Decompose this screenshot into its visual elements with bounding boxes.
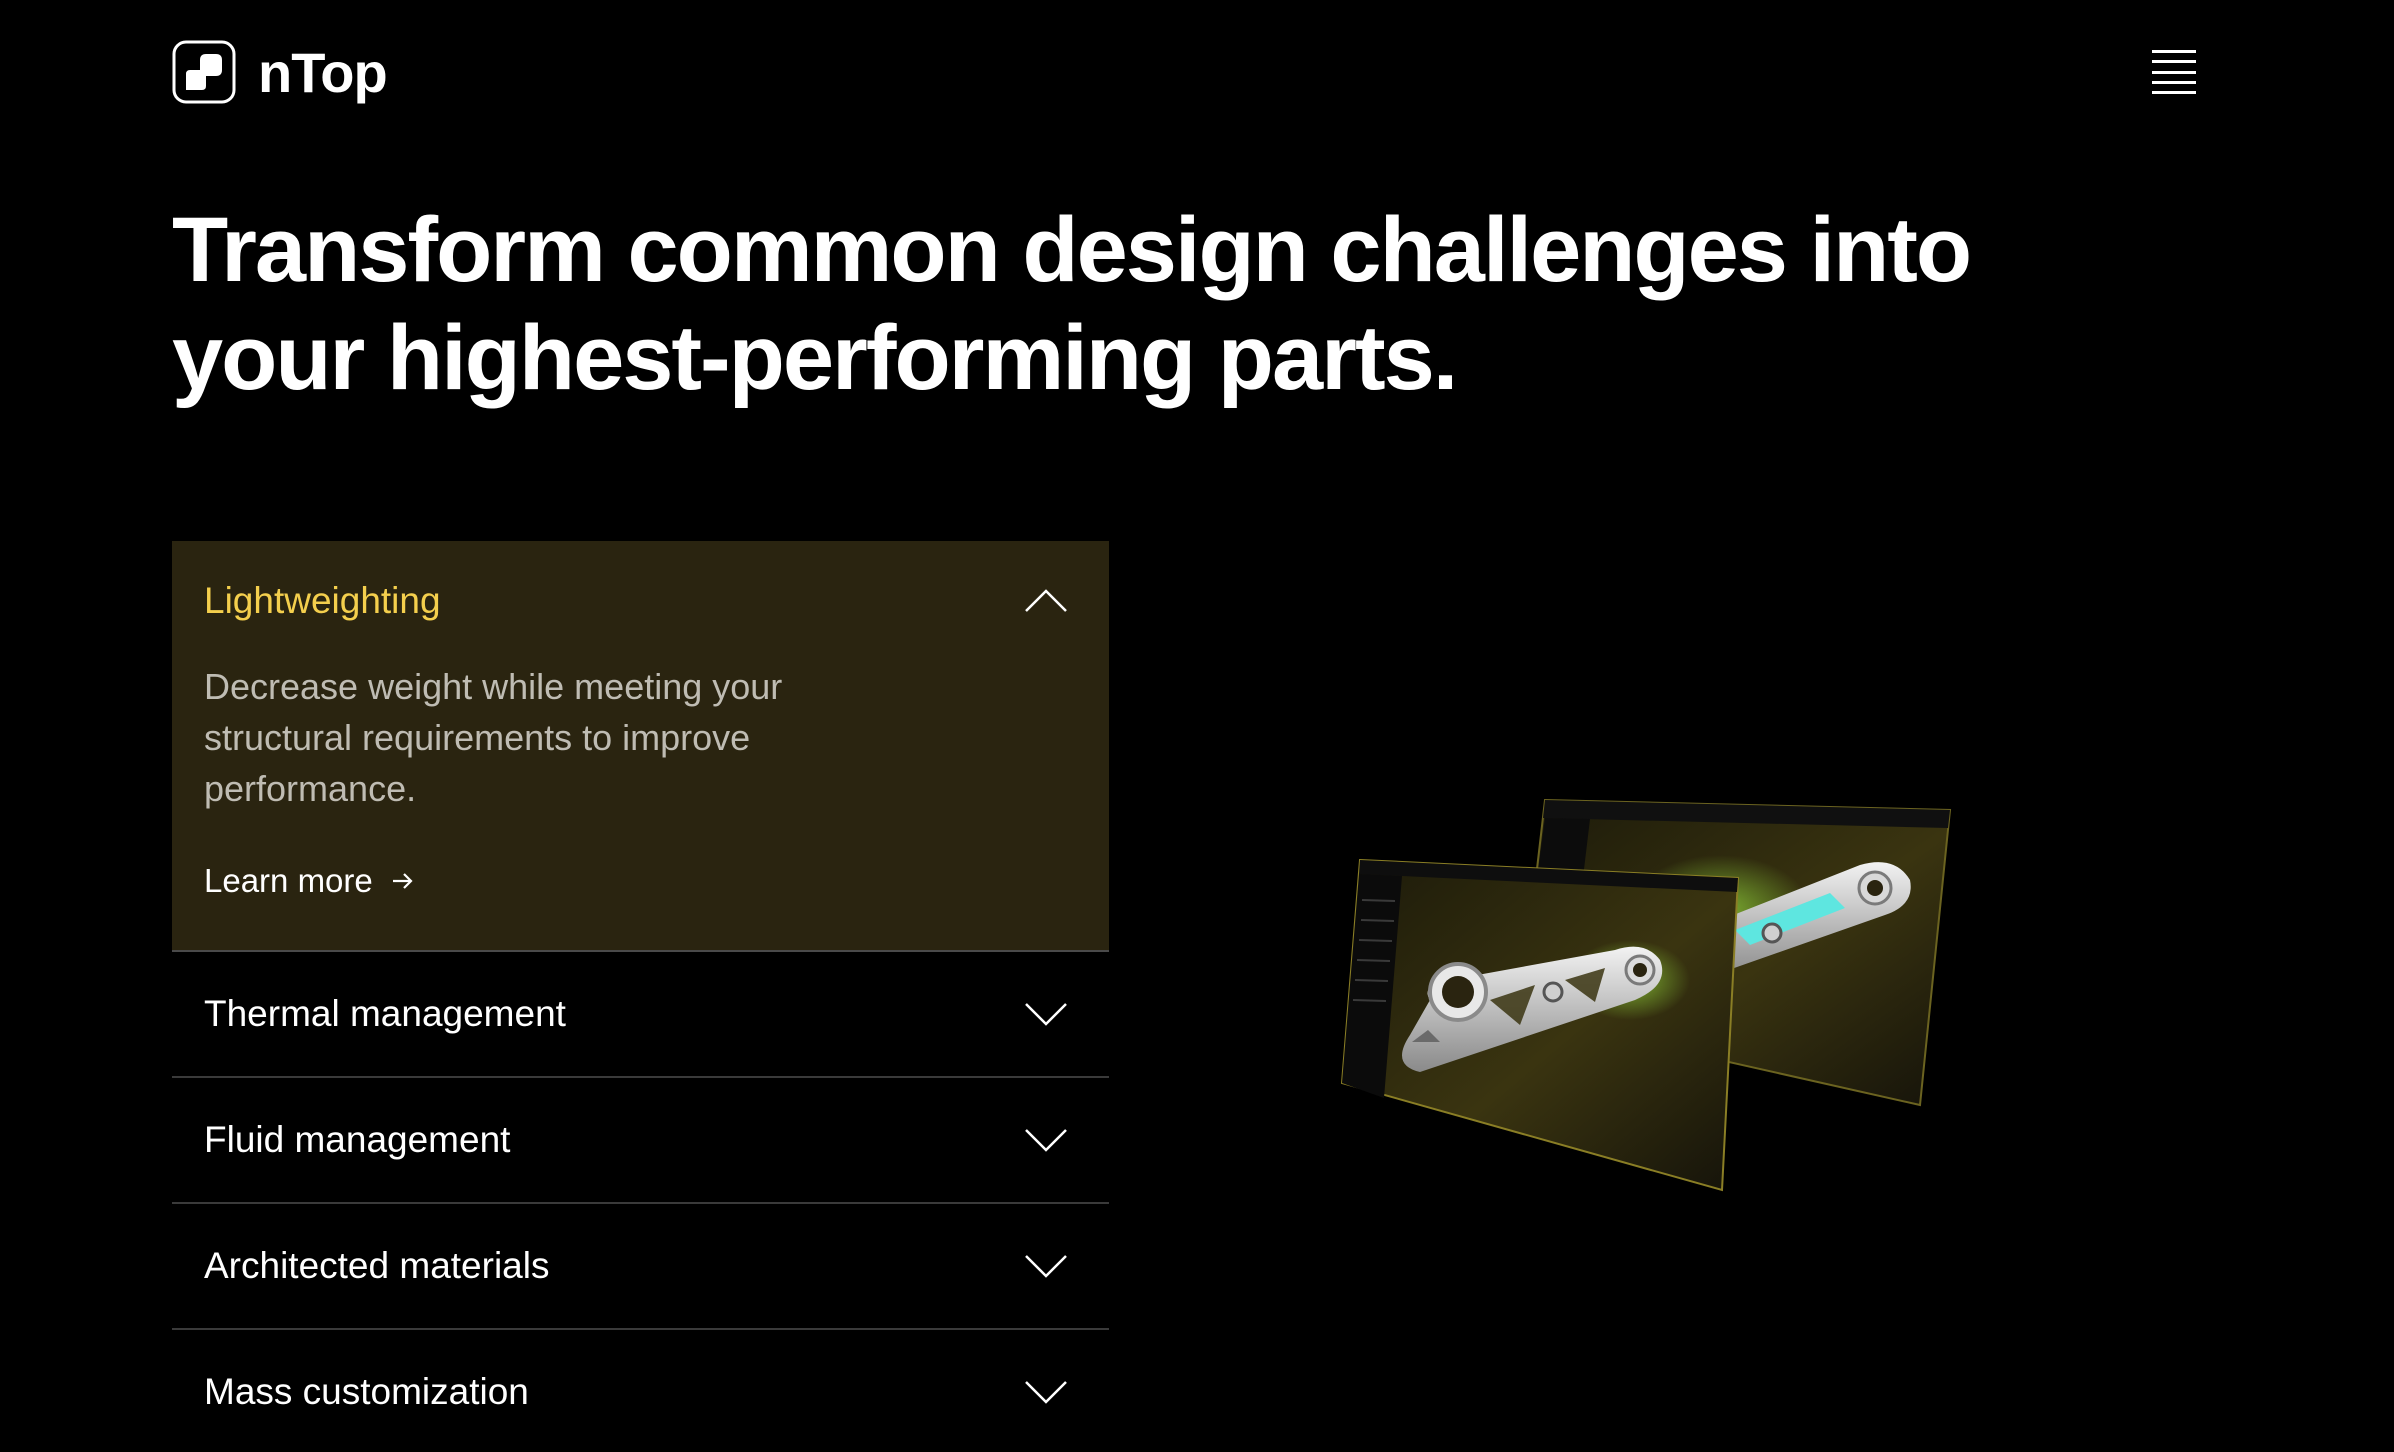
accordion-title: Mass customization [204,1371,529,1412]
chevron-down-icon [1025,1381,1067,1404]
accordion-title: Thermal management [204,993,566,1034]
accordion-description: Decrease weight while meeting your struc… [204,666,783,809]
chevron-down-icon [1025,1255,1067,1278]
accordion-item-fluid-management: Fluid management [172,1078,1109,1204]
challenges-accordion: Lightweighting Decrease weight while mee… [172,541,1109,1452]
accordion-body-lightweighting: Decrease weight while meeting your struc… [172,661,1109,950]
learn-more-label: Learn more [204,862,373,899]
chevron-down-icon [1025,1129,1067,1152]
accordion-title: Lightweighting [204,580,441,621]
chevron-down-icon [1025,1003,1067,1026]
accordion-header-architected-materials[interactable]: Architected materials [172,1204,1109,1328]
arrow-right-icon [392,873,413,889]
accordion-header-lightweighting[interactable]: Lightweighting [172,541,1109,661]
page: nTop Transform common design challenges … [0,0,2394,1452]
ntop-logo-icon [172,40,236,104]
brand-link[interactable]: nTop [172,40,388,105]
chevron-up-icon [1025,589,1067,612]
accordion-title: Fluid management [204,1119,511,1160]
accordion-item-architected-materials: Architected materials [172,1204,1109,1330]
accordion-header-thermal-management[interactable]: Thermal management [172,952,1109,1076]
front-screen [1340,858,1740,1192]
hamburger-menu-icon[interactable] [2152,50,2196,94]
accordion-item-lightweighting: Lightweighting Decrease weight while mee… [172,541,1109,952]
page-title: Transform common design challenges into … [172,199,1972,409]
accordion-title: Architected materials [204,1245,550,1286]
lightweight-bracket-illustration [1340,798,1952,1192]
accordion-header-fluid-management[interactable]: Fluid management [172,1078,1109,1202]
brand-name: nTop [258,40,388,104]
accordion-item-thermal-management: Thermal management [172,952,1109,1078]
accordion-item-mass-customization: Mass customization [172,1330,1109,1452]
learn-more-link[interactable]: Learn more [204,862,415,900]
accordion-header-mass-customization[interactable]: Mass customization [172,1330,1109,1452]
site-header: nTop [172,38,2196,106]
